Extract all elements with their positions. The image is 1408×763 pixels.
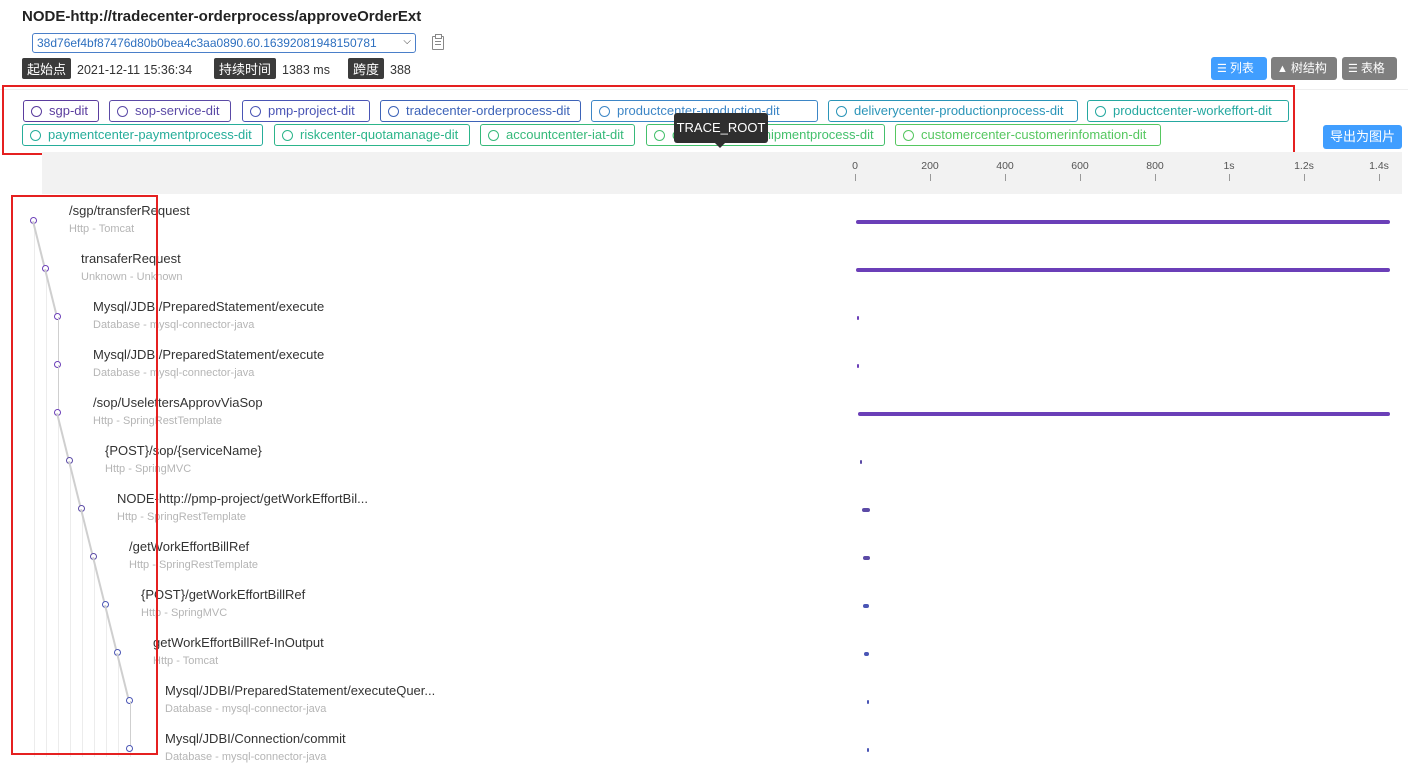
service-tag[interactable]: accountcenter-iat-dit bbox=[480, 124, 635, 146]
duration-label: 持续时间 bbox=[214, 58, 277, 79]
circle-icon bbox=[250, 106, 261, 117]
copy-icon[interactable] bbox=[432, 34, 444, 50]
span-meta: 跨度 388 bbox=[348, 58, 411, 79]
service-tag[interactable]: sgp-dit bbox=[23, 100, 99, 122]
span-duration-bar[interactable] bbox=[861, 508, 870, 512]
span-value: 388 bbox=[390, 63, 411, 77]
axis-tick-mark bbox=[1229, 174, 1230, 181]
axis-tick-mark bbox=[1304, 174, 1305, 181]
span-duration-bar[interactable] bbox=[856, 364, 859, 368]
axis-tick-label: 1s bbox=[1223, 160, 1235, 172]
span-duration-bar[interactable] bbox=[863, 652, 869, 656]
service-tag[interactable]: deliverycenter-productionprocess-dit bbox=[828, 100, 1078, 122]
circle-icon bbox=[1095, 106, 1106, 117]
service-tag[interactable]: riskcenter-quotamanage-dit bbox=[274, 124, 470, 146]
chevron-down-icon: ⌵ bbox=[403, 36, 411, 47]
span-name[interactable]: Mysql/JDBI/PreparedStatement/executeQuer… bbox=[165, 683, 435, 698]
circle-icon bbox=[282, 130, 293, 141]
span-duration-bar[interactable] bbox=[860, 460, 863, 464]
annotation-box-tree bbox=[11, 195, 158, 755]
axis-tick-label: 1.2s bbox=[1294, 160, 1314, 172]
axis-tick-label: 200 bbox=[921, 160, 939, 172]
tree-view-button[interactable]: ▲ 树结构 bbox=[1271, 57, 1337, 80]
table-icon: ☰ bbox=[1348, 63, 1358, 75]
circle-icon bbox=[836, 106, 847, 117]
axis-tick-mark bbox=[1080, 174, 1081, 181]
service-tag[interactable]: customercenter-customerinfomation-dit bbox=[895, 124, 1161, 146]
axis-tick-mark bbox=[1155, 174, 1156, 181]
tooltip: TRACE_ROOT bbox=[674, 113, 768, 148]
service-tag[interactable]: tradecenter-orderprocess-dit bbox=[380, 100, 581, 122]
service-tag[interactable]: productcenter-workeffort-dit bbox=[1087, 100, 1289, 122]
start-value: 2021-12-11 15:36:34 bbox=[77, 63, 193, 77]
span-duration-bar[interactable] bbox=[866, 748, 869, 752]
trace-id-value: 38d76ef4bf87476d80b0bea4c3aa0890.60.1639… bbox=[37, 36, 377, 50]
duration-value: 1383 ms bbox=[282, 63, 330, 77]
circle-icon bbox=[31, 106, 42, 117]
span-duration-bar[interactable] bbox=[855, 220, 1390, 224]
span-type: Database - mysql-connector-java bbox=[165, 751, 327, 763]
service-tag[interactable]: pmp-project-dit bbox=[242, 100, 370, 122]
tree-icon: ▲ bbox=[1277, 63, 1288, 75]
service-tag[interactable]: paymentcenter-paymentprocess-dit bbox=[22, 124, 263, 146]
circle-icon bbox=[654, 130, 665, 141]
axis-tick-mark bbox=[1379, 174, 1380, 181]
axis-tick-label: 800 bbox=[1146, 160, 1164, 172]
span-name[interactable]: getWorkEffortBillRef-InOutput bbox=[153, 635, 324, 650]
axis-tick-mark bbox=[855, 174, 856, 181]
span-duration-bar[interactable] bbox=[858, 412, 1390, 416]
axis-tick-mark bbox=[1005, 174, 1006, 181]
span-duration-bar[interactable] bbox=[863, 604, 870, 608]
span-name[interactable]: Mysql/JDBI/Connection/commit bbox=[165, 731, 346, 746]
axis-tick-label: 400 bbox=[996, 160, 1014, 172]
circle-icon bbox=[388, 106, 399, 117]
span-name[interactable]: {POST}/getWorkEffortBillRef bbox=[141, 587, 305, 602]
span-duration-bar[interactable] bbox=[862, 556, 870, 560]
circle-icon bbox=[488, 130, 499, 141]
list-icon: ☰ bbox=[1217, 63, 1227, 75]
span-duration-bar[interactable] bbox=[856, 316, 859, 320]
circle-icon bbox=[903, 130, 914, 141]
trace-id-select[interactable]: 38d76ef4bf87476d80b0bea4c3aa0890.60.1639… bbox=[32, 33, 416, 53]
export-image-button[interactable]: 导出为图片 bbox=[1323, 125, 1402, 149]
axis-tick-label: 1.4s bbox=[1369, 160, 1389, 172]
span-duration-bar[interactable] bbox=[856, 268, 1390, 272]
timeline-axis bbox=[42, 152, 1402, 194]
axis-tick-label: 600 bbox=[1071, 160, 1089, 172]
table-view-button[interactable]: ☰ 表格 bbox=[1342, 57, 1397, 80]
duration-meta: 持续时间 1383 ms bbox=[214, 58, 330, 79]
span-label: 跨度 bbox=[348, 58, 385, 79]
span-duration-bar[interactable] bbox=[866, 700, 869, 704]
circle-icon bbox=[30, 130, 41, 141]
span-type: Http - Tomcat bbox=[153, 655, 219, 667]
start-label: 起始点 bbox=[22, 58, 72, 79]
list-view-button[interactable]: ☰ 列表 bbox=[1211, 57, 1267, 80]
axis-tick-label: 0 bbox=[852, 160, 858, 172]
page-title: NODE-http://tradecenter-orderprocess/app… bbox=[22, 8, 422, 25]
circle-icon bbox=[599, 106, 610, 117]
axis-tick-mark bbox=[930, 174, 931, 181]
service-tag[interactable]: sop-service-dit bbox=[109, 100, 231, 122]
start-meta: 起始点 2021-12-11 15:36:34 bbox=[22, 58, 192, 79]
span-type: Database - mysql-connector-java bbox=[165, 703, 327, 715]
circle-icon bbox=[117, 106, 128, 117]
